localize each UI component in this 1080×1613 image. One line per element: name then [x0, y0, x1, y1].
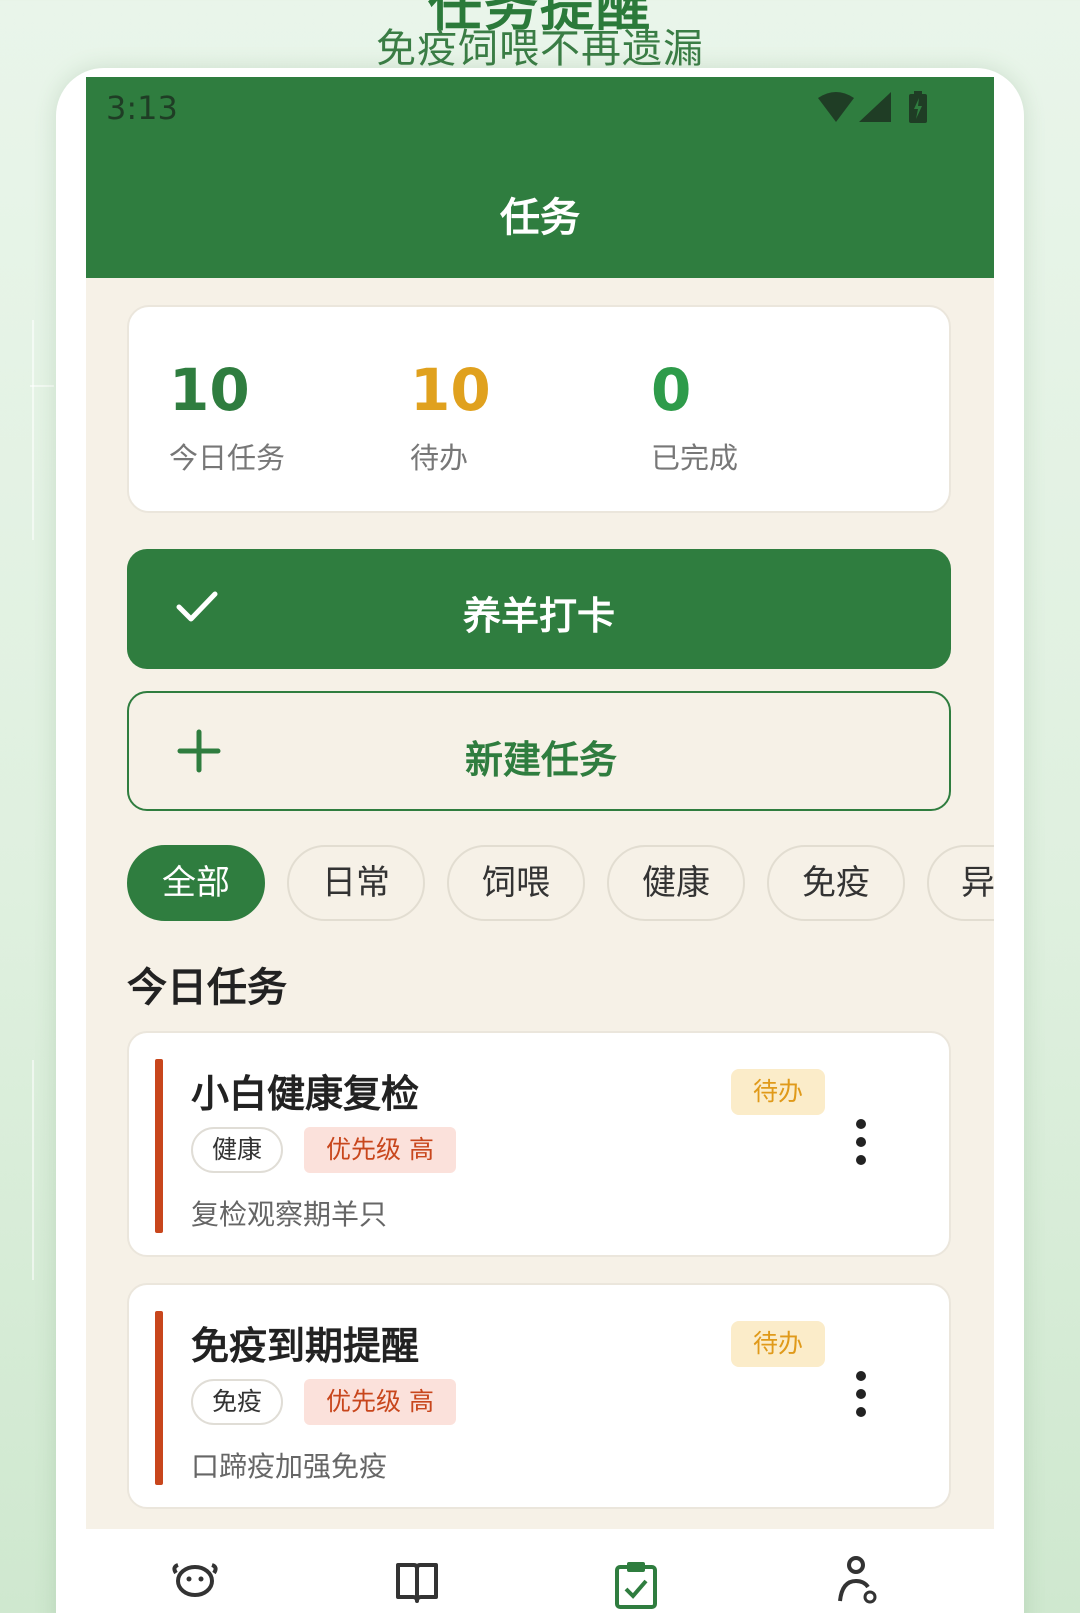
status-time: 3:13 [106, 89, 178, 127]
status-badge: 待办 [731, 1069, 825, 1115]
task-description: 复检观察期羊只 [191, 1198, 388, 1231]
book-icon[interactable] [394, 1559, 454, 1613]
new-task-button[interactable]: 新建任务 [127, 691, 951, 811]
stat-value: 10 [169, 356, 250, 424]
wifi-icon [817, 92, 854, 126]
sheep-icon[interactable] [172, 1559, 232, 1613]
task-description: 口蹄疫加强免疫 [191, 1450, 388, 1483]
filter-chip-daily[interactable]: 日常 [287, 845, 425, 921]
task-title: 免疫到期提醒 [191, 1324, 420, 1368]
status-badge: 待办 [731, 1321, 825, 1367]
category-tag: 健康 [191, 1127, 283, 1173]
task-card[interactable]: 免疫到期提醒 待办 免疫 优先级 高 口蹄疫加强免疫 [127, 1283, 951, 1509]
new-task-button-label: 新建任务 [464, 738, 617, 782]
filter-chip-all[interactable]: 全部 [127, 845, 265, 921]
stat-value: 0 [651, 356, 692, 424]
section-title: 今日任务 [127, 965, 287, 1011]
checkin-button[interactable]: 养羊打卡 [127, 549, 951, 669]
filter-chip-immunization[interactable]: 免疫 [767, 845, 905, 921]
checkin-button-label: 养羊打卡 [462, 594, 615, 638]
stats-card: 10 今日任务 10 待办 0 已完成 [127, 305, 951, 513]
background-decoration [30, 385, 54, 387]
priority-indicator [155, 1059, 163, 1233]
status-bar: 3:13 [86, 77, 994, 139]
page-title: 任务 [500, 195, 580, 241]
category-tag: 免疫 [191, 1379, 283, 1425]
stat-pending: 10 待办 [410, 355, 491, 477]
app-bar: 3:13 任务 [86, 77, 994, 278]
filter-chip-feeding[interactable]: 饲喂 [447, 845, 585, 921]
more-options-icon[interactable] [851, 1119, 871, 1173]
filter-chip-other[interactable]: 异 [927, 845, 994, 921]
bottom-nav [86, 1529, 994, 1613]
priority-tag: 优先级 高 [304, 1127, 456, 1173]
stat-label: 待办 [410, 441, 469, 475]
profile-icon[interactable] [834, 1555, 894, 1613]
priority-tag: 优先级 高 [304, 1379, 456, 1425]
stat-label: 已完成 [651, 441, 739, 475]
task-title: 小白健康复检 [191, 1072, 420, 1116]
filter-chips: 全部 日常 饲喂 健康 免疫异 [127, 845, 994, 923]
stat-completed: 0 已完成 [651, 355, 738, 477]
background-decoration [32, 320, 34, 540]
promo-subtitle: 免疫饲喂不再遗漏 [376, 26, 704, 72]
stat-label: 今日任务 [169, 441, 286, 475]
stat-today-tasks: 10 今日任务 [169, 355, 285, 477]
signal-icon [858, 92, 891, 126]
priority-indicator [155, 1311, 163, 1485]
task-card[interactable]: 小白健康复检 待办 健康 优先级 高 复检观察期羊只 [127, 1031, 951, 1257]
filter-chip-health[interactable]: 健康 [607, 845, 745, 921]
background-decoration [32, 1060, 34, 1280]
task-clipboard-icon[interactable] [613, 1559, 673, 1613]
stat-value: 10 [410, 356, 491, 424]
battery-icon [908, 91, 928, 127]
app-screen: 3:13 任务 10 今日任务 10 待办 0 已完成 养羊打卡 新建任务 全部… [86, 77, 994, 1613]
more-options-icon[interactable] [851, 1371, 871, 1425]
status-icons [817, 91, 928, 127]
